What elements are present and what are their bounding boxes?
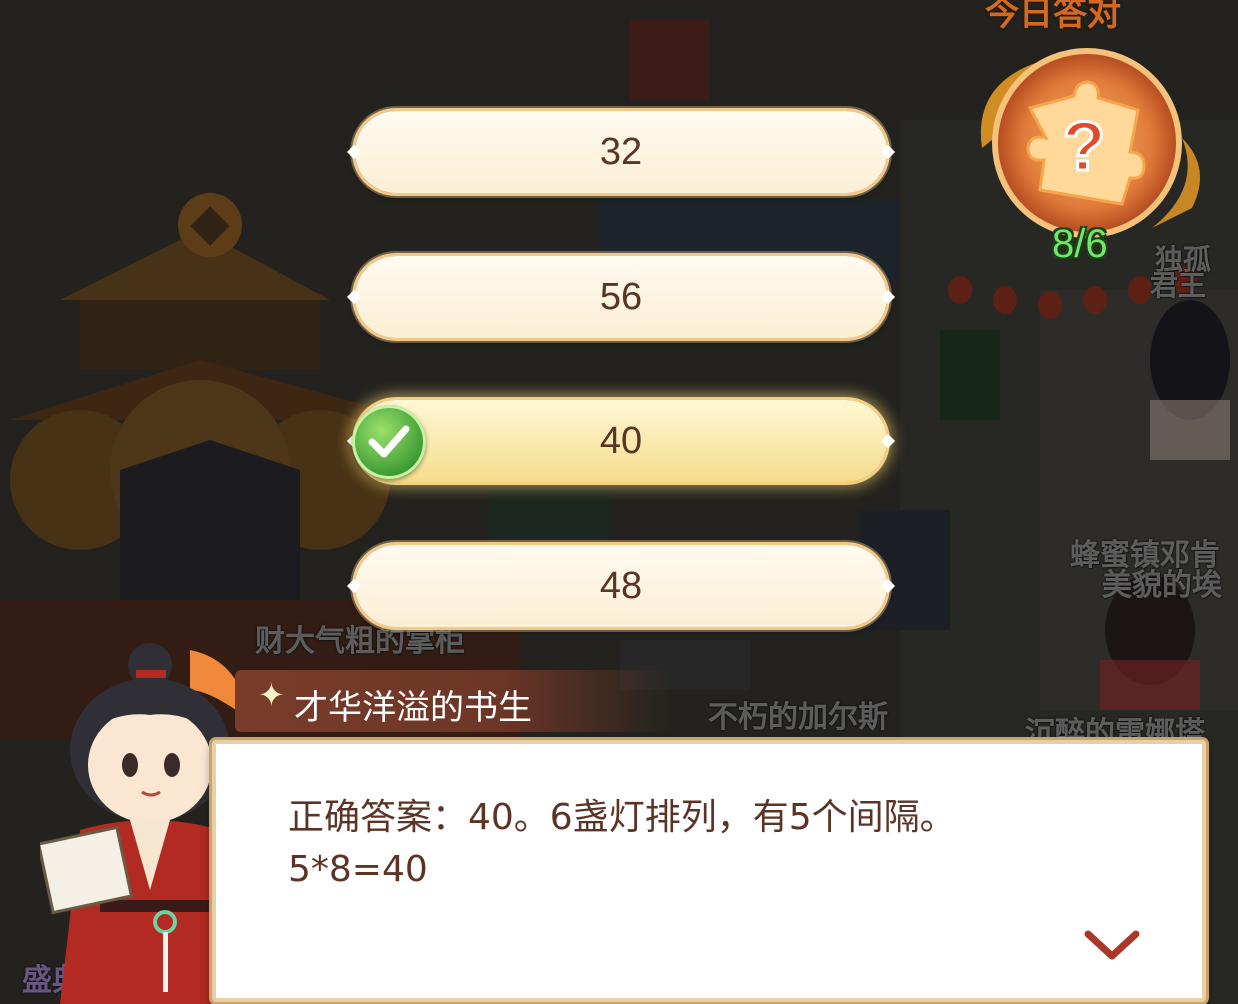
chevron-down-icon[interactable] (1084, 928, 1140, 962)
dialog-line-2: 5*8=40 (288, 849, 428, 890)
player-label-a: 不朽的加尔斯 (708, 700, 888, 735)
option-button-3-correct[interactable]: 40 (346, 400, 896, 482)
daily-correct-title: 今日答对 (985, 0, 1121, 34)
sparkle-icon: ✦ (258, 676, 285, 714)
option-button-4[interactable]: 48 (346, 545, 896, 627)
option-label-4: 48 (599, 564, 643, 607)
player-label-c-line2: 美貌的埃 (1102, 568, 1222, 603)
dialog-text: 正确答案：40。6盏灯排列，有5个间隔。 5*8=40 (288, 792, 1148, 896)
option-label-3: 40 (599, 419, 643, 462)
speaker-name: 才华洋溢的书生 (294, 688, 532, 728)
player-label-d-line2: 君王 (1150, 269, 1207, 302)
svg-text:?: ? (1063, 107, 1106, 185)
scholar-character-avatar (40, 643, 240, 1004)
daily-progress-count: 8/6 (1052, 222, 1108, 266)
option-button-1[interactable]: 32 (346, 111, 896, 193)
option-label-1: 32 (599, 130, 643, 173)
game-scene: 今日答对 财大气粗的掌柜 不朽的加尔斯 沉醉的雷娜塔 蜂蜜镇邓肯 美貌的埃 独孤… (0, 0, 1238, 1004)
option-label-2: 56 (599, 275, 643, 318)
checkmark-icon (352, 405, 426, 479)
dialog-line-1: 正确答案：40。6盏灯排列，有5个间隔。 (288, 797, 956, 838)
option-button-2[interactable]: 56 (346, 256, 896, 338)
